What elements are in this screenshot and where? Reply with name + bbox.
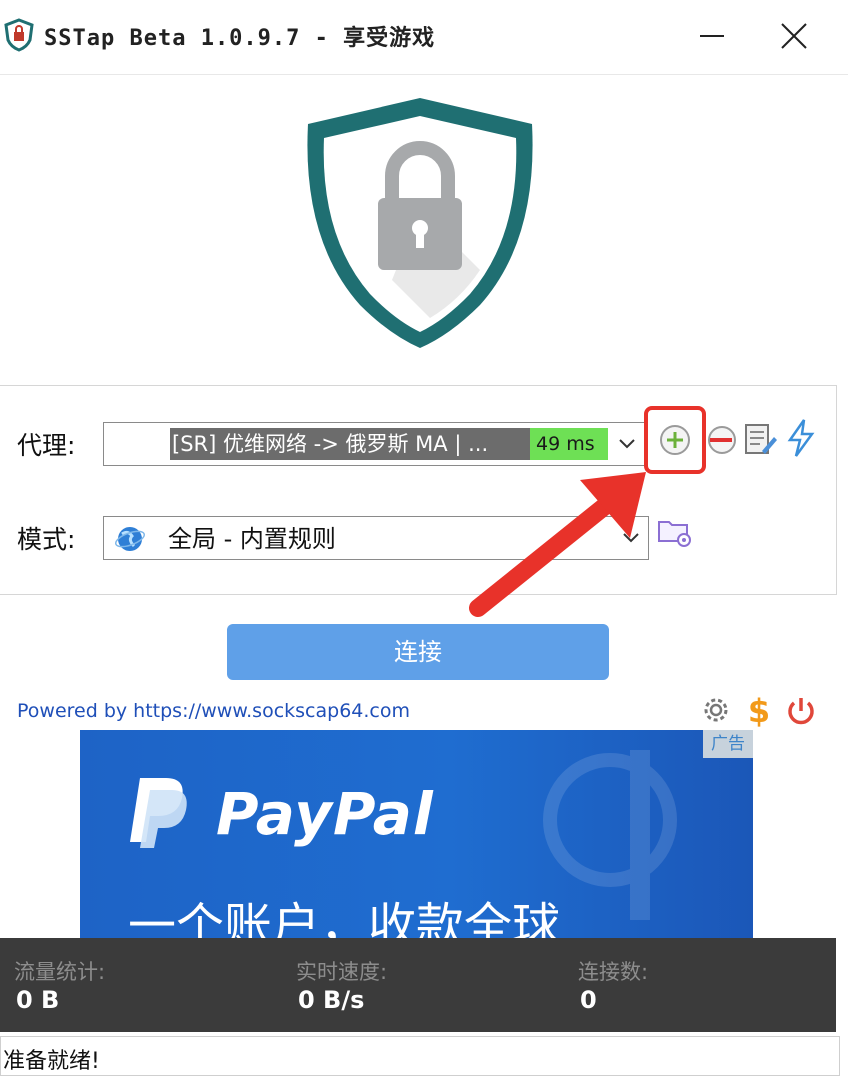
connections-label: 连接数: bbox=[578, 960, 649, 984]
traffic-label: 流量统计: bbox=[14, 960, 106, 984]
mode-selected-value: 全局 - 内置规则 bbox=[168, 525, 336, 553]
shield-lock-logo bbox=[307, 98, 533, 348]
settings-panel bbox=[0, 385, 837, 595]
rules-folder-icon[interactable] bbox=[656, 516, 692, 548]
mode-label: 模式: bbox=[17, 525, 76, 554]
status-bar: 准备就绪! bbox=[0, 1036, 840, 1076]
stats-bar: 流量统计: 0 B 实时速度: 0 B/s 连接数: 0 bbox=[0, 938, 836, 1032]
gear-icon[interactable] bbox=[700, 694, 732, 726]
paypal-logo-icon bbox=[130, 778, 187, 848]
shield-app-icon bbox=[4, 18, 34, 52]
remove-proxy-icon[interactable] bbox=[706, 423, 736, 457]
dollar-icon[interactable]: $ bbox=[744, 692, 774, 728]
power-icon[interactable] bbox=[784, 694, 818, 728]
ping-badge: 49 ms bbox=[530, 428, 608, 460]
paypal-brand-text: PayPal bbox=[216, 780, 434, 848]
speed-value: 0 B/s bbox=[298, 986, 365, 1014]
lightning-test-icon[interactable] bbox=[786, 418, 816, 458]
powered-by-link[interactable]: Powered by https://www.sockscap64.com bbox=[17, 700, 410, 722]
edit-proxy-icon[interactable] bbox=[742, 421, 778, 457]
ad-slogan: 一个账户，收款全球 bbox=[128, 898, 561, 940]
proxy-selected-value: [SR] 优维网络 -> 俄罗斯 MA | ... bbox=[170, 428, 530, 460]
svg-text:$: $ bbox=[748, 692, 770, 728]
connections-value: 0 bbox=[580, 986, 597, 1014]
traffic-value: 0 B bbox=[16, 986, 60, 1014]
title-bar: SSTap Beta 1.0.9.7 - 享受游戏 bbox=[0, 0, 848, 75]
proxy-label: 代理: bbox=[17, 431, 76, 460]
minimize-icon[interactable] bbox=[688, 14, 736, 58]
close-icon[interactable] bbox=[770, 14, 818, 58]
window-title: SSTap Beta 1.0.9.7 - 享受游戏 bbox=[44, 26, 436, 51]
advertisement-banner[interactable]: PayPal 一个账户，收款全球 广告 bbox=[80, 730, 753, 940]
status-text: 准备就绪! bbox=[3, 1049, 100, 1074]
chevron-down-icon bbox=[619, 439, 635, 449]
speed-label: 实时速度: bbox=[296, 960, 388, 984]
globe-icon bbox=[115, 527, 145, 551]
ad-tag: 广告 bbox=[703, 730, 753, 758]
red-arrow-annotation bbox=[469, 472, 646, 617]
connect-button[interactable]: 连接 bbox=[227, 624, 609, 680]
